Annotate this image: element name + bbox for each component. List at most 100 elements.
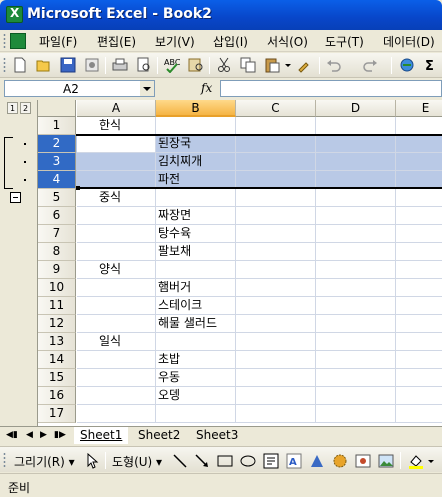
fill-handle[interactable] <box>76 186 80 190</box>
row-header[interactable]: 8 <box>38 243 76 261</box>
diagram-icon[interactable] <box>309 453 325 469</box>
cell[interactable] <box>316 153 396 171</box>
cell[interactable] <box>77 243 156 261</box>
row-header[interactable]: 1 <box>38 117 76 135</box>
menu-edit[interactable]: 편집(E) <box>97 33 136 50</box>
cell[interactable] <box>316 333 396 351</box>
cell[interactable] <box>77 279 156 297</box>
new-icon[interactable] <box>12 57 28 73</box>
row-header[interactable]: 9 <box>38 261 76 279</box>
copy-icon[interactable] <box>240 57 256 73</box>
draw-menu-button[interactable]: 그리기(R) ▾ <box>14 453 75 470</box>
cell[interactable]: 우동 <box>156 369 236 387</box>
cell[interactable] <box>236 405 316 423</box>
paste-dropdown-icon[interactable] <box>284 57 292 73</box>
cell[interactable] <box>77 387 156 405</box>
cell[interactable] <box>396 369 442 387</box>
cell[interactable] <box>236 333 316 351</box>
formula-input[interactable] <box>220 80 442 97</box>
row-header[interactable]: 7 <box>38 225 76 243</box>
workbook-icon[interactable] <box>10 33 26 49</box>
cell[interactable] <box>236 225 316 243</box>
collapse-group-icon[interactable] <box>10 192 21 203</box>
menu-data[interactable]: 데이터(D) <box>383 33 435 50</box>
menu-tools[interactable]: 도구(T) <box>325 33 364 50</box>
cell[interactable] <box>236 189 316 207</box>
cell[interactable] <box>236 279 316 297</box>
column-header-b[interactable]: B <box>156 100 236 117</box>
cell[interactable] <box>236 351 316 369</box>
clip-art-icon[interactable] <box>332 453 348 469</box>
cell[interactable] <box>396 387 442 405</box>
cell[interactable] <box>396 261 442 279</box>
cell[interactable]: 탕수육 <box>156 225 236 243</box>
menu-file[interactable]: 파일(F) <box>39 33 77 50</box>
cell[interactable]: 해물 샐러드 <box>156 315 236 333</box>
next-sheet-icon[interactable]: ▶ <box>40 430 47 440</box>
cell[interactable] <box>396 243 442 261</box>
row-header[interactable]: 6 <box>38 207 76 225</box>
cell[interactable] <box>77 405 156 423</box>
cell[interactable] <box>236 369 316 387</box>
cut-icon[interactable] <box>216 57 232 73</box>
cell[interactable] <box>236 297 316 315</box>
hyperlink-icon[interactable] <box>399 57 415 73</box>
cell[interactable] <box>316 261 396 279</box>
outline-level-2-button[interactable]: 2 <box>20 102 31 114</box>
drawbar-grip-icon[interactable] <box>3 452 6 469</box>
row-header[interactable]: 13 <box>38 333 76 351</box>
cell[interactable]: 스테이크 <box>156 297 236 315</box>
column-header-e[interactable]: E <box>396 100 442 117</box>
cell[interactable] <box>396 117 442 135</box>
select-all-corner[interactable] <box>38 100 76 117</box>
cell[interactable]: 김치찌개 <box>156 153 236 171</box>
cell[interactable]: 짜장면 <box>156 207 236 225</box>
menu-format[interactable]: 서식(O) <box>267 33 308 50</box>
cell[interactable] <box>396 135 442 153</box>
cell[interactable] <box>316 243 396 261</box>
column-header-c[interactable]: C <box>236 100 316 117</box>
row-header[interactable]: 4 <box>38 171 76 189</box>
menu-grip-icon[interactable] <box>3 33 6 49</box>
select-objects-icon[interactable] <box>85 453 101 469</box>
redo-icon[interactable] <box>362 57 378 73</box>
row-header[interactable]: 10 <box>38 279 76 297</box>
cell[interactable] <box>316 189 396 207</box>
cell[interactable]: 양식 <box>77 261 156 279</box>
cell[interactable] <box>77 225 156 243</box>
row-header[interactable]: 15 <box>38 369 76 387</box>
cell[interactable] <box>156 405 236 423</box>
cell[interactable] <box>316 387 396 405</box>
cell[interactable] <box>77 135 156 153</box>
cell[interactable] <box>396 405 442 423</box>
row-header[interactable]: 17 <box>38 405 76 423</box>
cell[interactable] <box>316 369 396 387</box>
cell[interactable] <box>316 117 396 135</box>
undo-icon[interactable] <box>326 57 342 73</box>
oval-icon[interactable] <box>240 453 256 469</box>
cell[interactable] <box>236 135 316 153</box>
rectangle-icon[interactable] <box>217 453 233 469</box>
cell[interactable] <box>236 207 316 225</box>
cell[interactable] <box>316 315 396 333</box>
cell[interactable]: 된장국 <box>156 135 236 153</box>
cell[interactable] <box>156 189 236 207</box>
text-box-icon[interactable] <box>263 453 279 469</box>
chevron-down-icon[interactable] <box>140 81 154 96</box>
cell[interactable] <box>156 117 236 135</box>
paste-icon[interactable] <box>264 57 280 73</box>
cell[interactable] <box>396 189 442 207</box>
cell[interactable] <box>236 387 316 405</box>
cell[interactable] <box>77 153 156 171</box>
last-sheet-icon[interactable]: ▮▶ <box>54 430 66 440</box>
row-header[interactable]: 3 <box>38 153 76 171</box>
line-icon[interactable] <box>172 453 188 469</box>
arrow-icon[interactable] <box>194 453 210 469</box>
column-header-d[interactable]: D <box>316 100 396 117</box>
sheet-tab-1[interactable]: Sheet1 <box>74 427 129 444</box>
cell[interactable] <box>77 297 156 315</box>
cell[interactable] <box>236 243 316 261</box>
cell[interactable] <box>396 351 442 369</box>
cell[interactable] <box>316 135 396 153</box>
cell[interactable] <box>396 225 442 243</box>
